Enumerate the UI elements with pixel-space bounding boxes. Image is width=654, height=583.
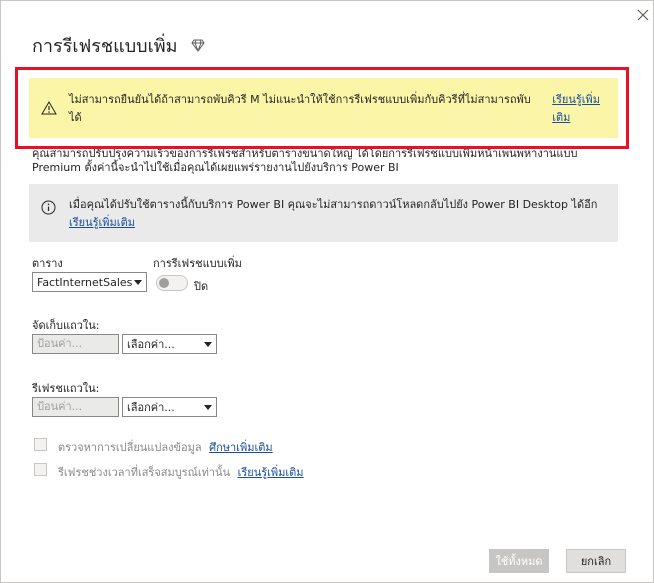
complete-periods-checkbox[interactable]	[34, 463, 47, 476]
toggle-state-label: ปิด	[194, 280, 209, 293]
dialog-title: การรีเฟรชแบบเพิ่ม	[32, 35, 178, 57]
warning-text: ไม่สามารถยืนยันได้ถ้าสามารถพับคิวรี M ไม…	[69, 93, 531, 124]
store-rows-input[interactable]: ป้อนค่า...	[32, 334, 119, 354]
info-text: เมื่อคุณได้ปรับใช้ตารางนี้กับบริการ Powe…	[69, 198, 598, 211]
table-select-value: FactInternetSales	[37, 275, 133, 289]
detect-changes-label: ตรวจหาการเปลี่ยนแปลงข้อมูล ศึกษาเพิ่มเติ…	[58, 438, 273, 456]
warning-icon	[41, 101, 57, 115]
incremental-refresh-label: การรีเฟรชแบบเพิ่ม	[153, 257, 242, 270]
store-rows-unit-select[interactable]: เลือกค่า...	[122, 334, 217, 354]
apply-all-button[interactable]: ใช้ทั้งหมด	[489, 549, 549, 573]
warning-banner: ไม่สามารถยืนยันได้ถ้าสามารถพับคิวรี M ไม…	[29, 78, 618, 138]
cancel-button[interactable]: ยกเลิก	[566, 549, 626, 573]
dropdown-arrow-icon	[204, 405, 212, 410]
refresh-rows-input[interactable]: ป้อนค่า...	[32, 397, 119, 417]
store-rows-unit-value: เลือกค่า...	[127, 338, 175, 351]
info-icon	[41, 200, 56, 215]
detect-changes-text: ตรวจหาการเปลี่ยนแปลงข้อมูล	[58, 441, 202, 454]
dropdown-arrow-icon	[204, 342, 212, 347]
refresh-rows-unit-select[interactable]: เลือกค่า...	[122, 397, 217, 417]
complete-periods-text: รีเฟรชช่วงเวลาที่เสร็จสมบูรณ์เท่านั้น	[58, 466, 231, 479]
table-select[interactable]: FactInternetSales	[32, 272, 147, 292]
refresh-rows-unit-value: เลือกค่า...	[127, 401, 175, 414]
complete-periods-learn-link[interactable]: เรียนรู้เพิ่มเติม	[238, 466, 304, 479]
info-learn-more-link[interactable]: เรียนรู้เพิ่มเติม	[69, 214, 606, 232]
incremental-refresh-toggle[interactable]	[156, 275, 188, 291]
title-row: การรีเฟรชแบบเพิ่ม	[32, 31, 206, 59]
close-icon	[637, 9, 649, 21]
dropdown-arrow-icon	[134, 280, 142, 285]
warning-learn-more-link[interactable]: เรียนรู้เพิ่มเติม	[552, 90, 618, 126]
store-rows-label: จัดเก็บแถวใน:	[32, 319, 100, 332]
refresh-rows-label: รีเฟรชแถวใน:	[32, 382, 100, 395]
complete-periods-label: รีเฟรชช่วงเวลาที่เสร็จสมบูรณ์เท่านั้น เร…	[58, 463, 304, 481]
close-button[interactable]	[635, 7, 651, 23]
toggle-knob	[159, 278, 169, 288]
premium-diamond-icon	[191, 39, 206, 52]
detect-changes-learn-link[interactable]: ศึกษาเพิ่มเติม	[209, 441, 273, 454]
table-label: ตาราง	[32, 257, 63, 270]
incremental-refresh-dialog: การรีเฟรชแบบเพิ่ม คุณสามารถปรับปรุงความเ…	[0, 0, 654, 583]
dialog-description: คุณสามารถปรับปรุงความเร็วของการรีเฟรชสำห…	[32, 147, 578, 174]
info-banner: เมื่อคุณได้ปรับใช้ตารางนี้กับบริการ Powe…	[29, 184, 618, 242]
detect-changes-checkbox[interactable]	[34, 438, 47, 451]
